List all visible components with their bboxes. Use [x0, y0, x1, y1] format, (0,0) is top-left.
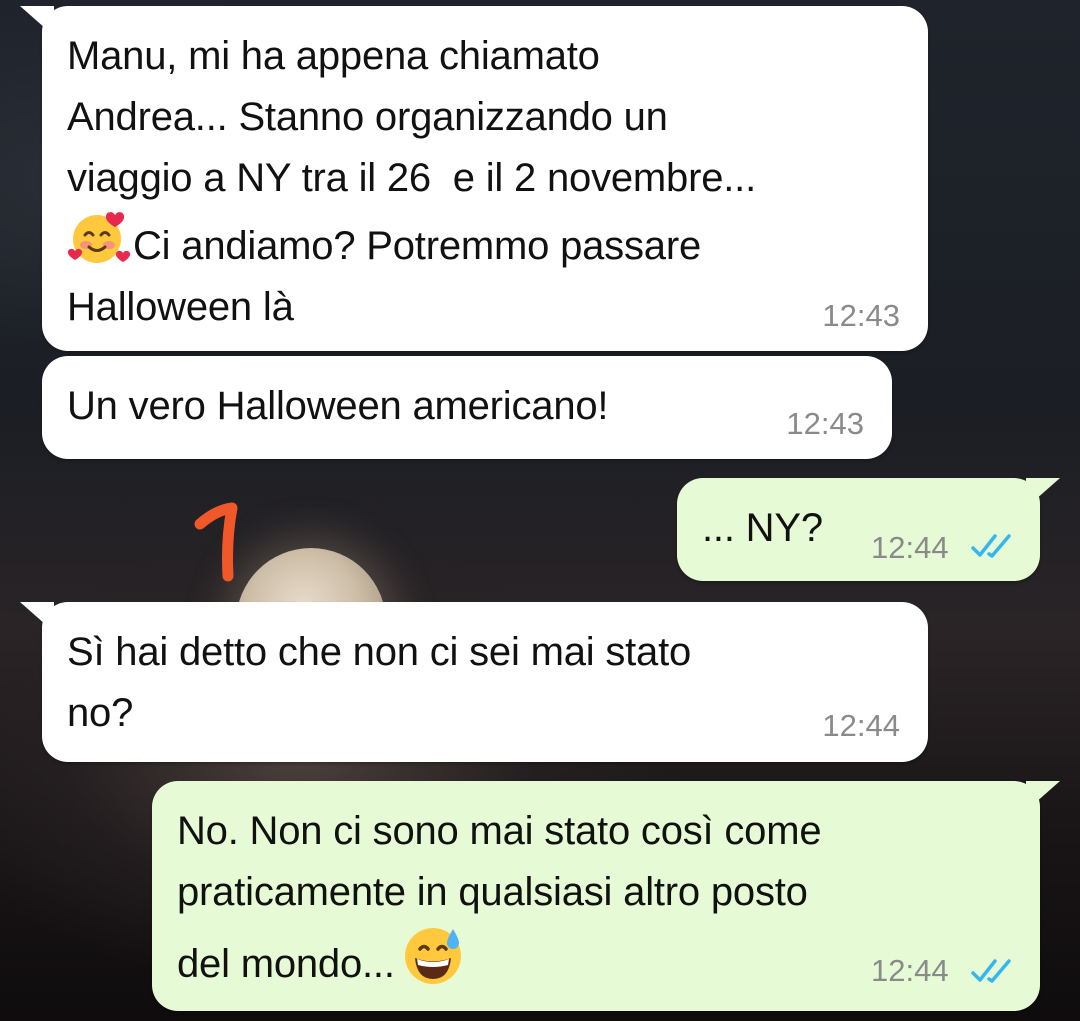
message-text: Manu, mi ha appena chiamato Andrea... St…: [67, 34, 757, 329]
read-receipt-icon: [971, 959, 1011, 983]
annotation-mark: [194, 502, 238, 582]
message-text: ... NY?: [702, 506, 823, 550]
message-timestamp: 12:43: [822, 298, 900, 333]
message-bubble-incoming[interactable]: Sì hai detto che non ci sei mai stato no…: [20, 602, 928, 762]
message-bubble-outgoing[interactable]: ... NY? 12:44: [677, 478, 1060, 581]
message-bubble-incoming[interactable]: Un vero Halloween americano! 12:43: [42, 356, 892, 459]
message-text: Sì hai detto che non ci sei mai stato no…: [67, 630, 692, 735]
read-receipt-icon: [971, 534, 1011, 558]
message-bubble-outgoing[interactable]: No. Non ci sono mai stato così come prat…: [152, 781, 1060, 1011]
message-timestamp: 12:44: [822, 708, 900, 743]
message-text: No. Non ci sono mai stato così come prat…: [177, 809, 822, 987]
message-timestamp: 12:44: [871, 530, 949, 565]
message-bubble-incoming[interactable]: Manu, mi ha appena chiamato Andrea... St…: [20, 6, 928, 351]
grinning-face-with-sweat-icon: [401, 923, 465, 987]
message-timestamp: 12:43: [786, 406, 864, 441]
message-text: Un vero Halloween americano!: [67, 384, 609, 428]
message-timestamp: 12:44: [871, 953, 949, 988]
smiling-face-with-hearts-icon: [67, 209, 133, 267]
